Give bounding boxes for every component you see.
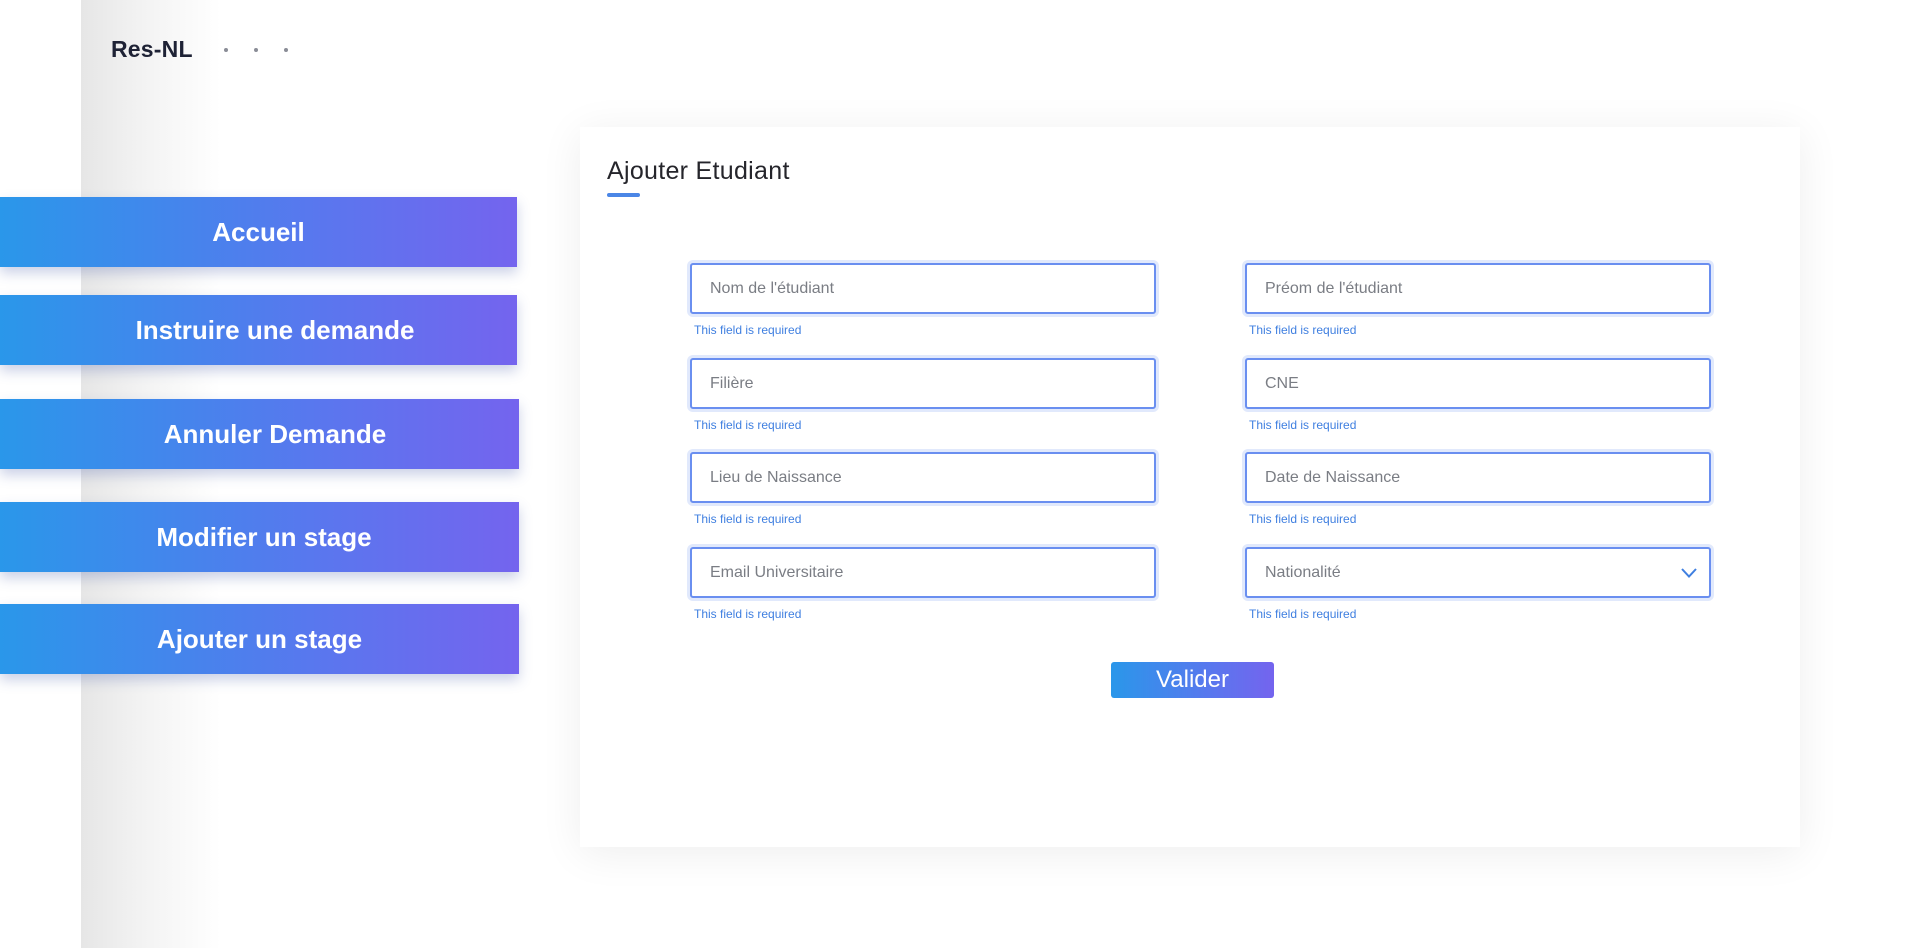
form-title: Ajouter Etudiant <box>607 157 790 185</box>
chevron-down-icon[interactable] <box>1669 567 1709 578</box>
nav-item-label: Ajouter un stage <box>156 623 363 654</box>
student-firstname-box <box>1245 263 1711 314</box>
add-student-card: Ajouter Etudiant This field is required … <box>580 127 1800 847</box>
birthplace-input[interactable] <box>692 454 1154 501</box>
student-name-field: This field is required <box>690 263 1156 337</box>
nav-item-accueil[interactable]: Accueil <box>0 197 517 267</box>
student-firstname-input[interactable] <box>1247 265 1709 312</box>
birthplace-error: This field is required <box>694 512 802 526</box>
student-firstname-field: This field is required <box>1245 263 1711 337</box>
filiere-box <box>690 358 1156 409</box>
nav-item-label: Annuler Demande <box>163 418 387 449</box>
nav-item-label: Instruire une demande <box>135 314 415 345</box>
university-email-input[interactable] <box>692 549 1154 596</box>
sidebar-shade <box>81 0 221 948</box>
nationality-selected-value: Nationalité <box>1265 563 1341 581</box>
cne-error: This field is required <box>1249 418 1357 432</box>
app-page: Res-NL Accueil Instruire une demande Ann… <box>0 0 1920 948</box>
brand-logo[interactable]: Res-NL <box>111 36 193 63</box>
birthdate-input[interactable] <box>1247 454 1709 501</box>
birthplace-box <box>690 452 1156 503</box>
dot <box>284 48 288 52</box>
chevron-down-svg <box>1681 567 1697 578</box>
nationality-field: Nationalité This field is required <box>1245 547 1711 621</box>
university-email-box <box>690 547 1156 598</box>
cne-field: This field is required <box>1245 358 1711 432</box>
title-underline <box>607 193 640 197</box>
validate-button[interactable]: Valider <box>1111 662 1274 698</box>
nav-item-instruire-demande[interactable]: Instruire une demande <box>0 295 517 365</box>
birthdate-error: This field is required <box>1249 512 1357 526</box>
dot <box>224 48 228 52</box>
cne-input[interactable] <box>1247 360 1709 407</box>
more-dots-icon[interactable] <box>224 48 288 52</box>
birthplace-field: This field is required <box>690 452 1156 526</box>
student-name-input[interactable] <box>692 265 1154 312</box>
dot <box>254 48 258 52</box>
filiere-input[interactable] <box>692 360 1154 407</box>
nationality-error: This field is required <box>1249 607 1357 621</box>
nav-item-ajouter-stage[interactable]: Ajouter un stage <box>0 604 519 674</box>
nav-item-label: Accueil <box>212 216 305 247</box>
student-firstname-error: This field is required <box>1249 323 1357 337</box>
cne-box <box>1245 358 1711 409</box>
nav-item-annuler-demande[interactable]: Annuler Demande <box>0 399 519 469</box>
nav-item-modifier-stage[interactable]: Modifier un stage <box>0 502 519 572</box>
filiere-error: This field is required <box>694 418 802 432</box>
student-name-error: This field is required <box>694 323 802 337</box>
birthdate-field: This field is required <box>1245 452 1711 526</box>
student-name-box <box>690 263 1156 314</box>
birthdate-box <box>1245 452 1711 503</box>
nationality-select[interactable]: Nationalité <box>1245 547 1711 598</box>
university-email-field: This field is required <box>690 547 1156 621</box>
university-email-error: This field is required <box>694 607 802 621</box>
nav-item-label: Modifier un stage <box>156 521 372 552</box>
filiere-field: This field is required <box>690 358 1156 432</box>
